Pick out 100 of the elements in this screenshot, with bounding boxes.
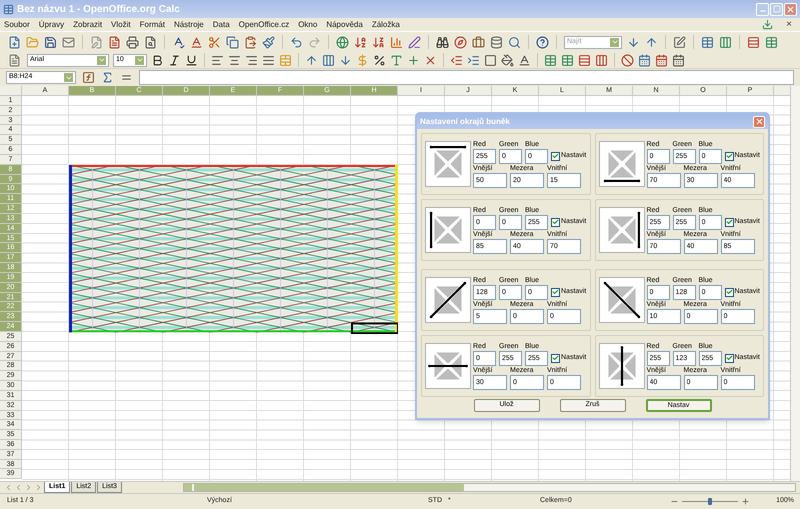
app-icon [3,4,14,14]
preview-icon[interactable] [144,36,157,48]
zoom-icon[interactable] [508,36,521,48]
align-left-icon[interactable] [211,54,224,66]
styles-icon[interactable] [8,54,21,66]
close-button[interactable] [784,2,797,16]
download-icon[interactable] [762,19,774,30]
check-icon [726,218,732,226]
columns-icon[interactable] [719,36,732,48]
align-right-icon[interactable] [245,54,258,66]
checkbox[interactable] [724,288,734,297]
menu-item[interactable]: Vložit [111,18,131,30]
menu-item[interactable]: Nápověda [326,18,363,30]
close-document-button[interactable]: × [782,17,796,32]
italic-icon[interactable] [168,54,181,66]
grid-icon[interactable] [765,36,778,48]
border-preview-drawing[interactable] [598,277,644,323]
edit-file-icon[interactable] [90,36,103,48]
justify-icon[interactable] [262,54,275,66]
calendar-icon[interactable] [672,54,685,66]
cut-icon[interactable] [208,36,221,48]
align-center-icon[interactable] [228,54,241,66]
vertical-scrollbar[interactable] [790,86,800,481]
checkbox[interactable] [724,152,734,161]
border-preview-drawing[interactable] [598,141,644,187]
menu-item[interactable]: Úpravy [38,18,64,30]
maximize-icon [772,5,780,13]
check-icon [726,288,732,296]
menu-item[interactable]: Nástroje [174,18,204,30]
sort-ascending-icon[interactable] [354,36,367,48]
caret-icon [136,56,144,64]
mail-icon[interactable] [62,36,75,48]
border-preview-drawing[interactable] [425,207,471,253]
indent-decrease-icon[interactable] [450,54,463,66]
database-icon[interactable] [490,36,503,48]
calendar-icon[interactable] [655,54,668,66]
menu-item[interactable]: OpenOffice.cz [238,18,290,30]
save-icon[interactable] [44,36,57,48]
close-button[interactable] [753,116,765,128]
sum-icon[interactable] [101,71,114,84]
border-preview-drawing[interactable] [425,343,471,389]
find-previous-icon[interactable] [645,36,658,48]
underline-icon[interactable] [185,54,198,66]
merge-cells-icon[interactable] [279,54,292,66]
dialog-title: Nastavení okrajů buněk [420,116,510,128]
percent-icon[interactable] [373,54,386,66]
undo-icon[interactable] [290,36,303,48]
border-preview-drawing[interactable] [425,277,471,323]
close-icon [754,117,764,126]
borders-icon[interactable] [484,54,497,66]
indent-increase-icon[interactable] [467,54,480,66]
caret-icon [98,56,106,64]
find-next-icon[interactable] [627,36,640,48]
rows-icon[interactable] [747,36,760,48]
paint-bucket-icon[interactable] [501,54,514,66]
pdf-file-icon[interactable] [108,36,121,48]
checkbox[interactable] [551,354,560,363]
font-color-icon[interactable] [518,54,531,66]
checkbox[interactable] [724,354,734,363]
paste-icon[interactable] [244,36,257,48]
paintbrush-icon[interactable] [262,36,275,48]
checkbox[interactable] [551,288,560,297]
spellcheck-icon[interactable] [172,36,185,48]
caret-icon [610,38,618,46]
zoom-thumb[interactable] [708,498,712,505]
bold-icon[interactable] [151,54,164,66]
checkbox[interactable] [551,152,560,161]
border-preview-drawing[interactable] [425,141,471,187]
border-preview-drawing[interactable] [598,207,644,253]
printer-icon[interactable] [126,36,139,48]
close-icon [786,4,795,14]
menu-item[interactable]: Okno [298,18,318,30]
binoculars-icon[interactable] [436,36,449,48]
function-wizard-icon[interactable] [82,71,95,84]
zoom-in-icon[interactable] [741,497,750,506]
checkbox[interactable] [724,218,734,227]
edit-icon[interactable] [673,36,686,48]
check-icon [552,354,559,362]
border-preview-drawing[interactable] [598,343,644,389]
menu-item[interactable]: Formát [140,18,165,30]
sort-descending-icon[interactable] [372,36,385,48]
pen-icon[interactable] [408,36,421,48]
chart-icon[interactable] [390,36,403,48]
calendar-icon[interactable] [638,54,651,66]
autospellcheck-icon[interactable] [190,36,203,48]
horizontal-scrollbar[interactable] [182,483,796,492]
checkbox[interactable] [551,218,560,227]
menu-item[interactable]: Záložka [372,18,400,30]
new-document-icon[interactable] [8,36,21,48]
formula-input[interactable] [139,70,794,85]
check-icon [726,354,732,362]
help-icon[interactable] [536,36,549,48]
table-icon[interactable] [701,36,714,48]
globe-icon[interactable] [336,36,349,48]
menu-item[interactable]: Zobrazit [73,18,102,30]
check-icon [552,288,559,296]
ban-icon[interactable] [621,54,634,66]
menu-item[interactable]: Data [212,18,230,30]
copy-icon[interactable] [226,36,239,48]
menu-item[interactable]: Soubor [4,18,30,30]
